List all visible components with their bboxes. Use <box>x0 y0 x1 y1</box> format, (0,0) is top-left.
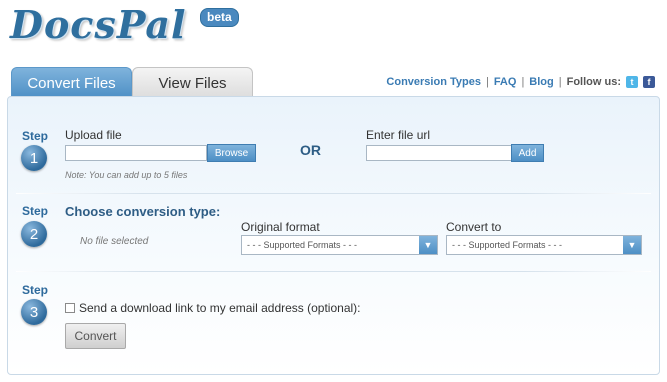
convert-to-select[interactable]: - - - Supported Formats - - - ▼ <box>446 235 642 255</box>
convert-to-value: - - - Supported Formats - - - <box>452 240 563 250</box>
convert-to-label: Convert to <box>446 220 502 234</box>
step-2-number: 2 <box>21 221 47 247</box>
step-1-label: Step <box>22 129 49 143</box>
converter-panel: Step 1 Upload file Browse Note: You can … <box>7 96 660 375</box>
upload-file-input[interactable] <box>65 145 207 161</box>
separator: | <box>485 76 489 88</box>
top-links: Conversion Types | FAQ | Blog | Follow u… <box>386 76 655 88</box>
step-2-label: Step <box>22 204 49 218</box>
chevron-down-icon: ▼ <box>623 236 641 254</box>
twitter-icon[interactable]: t <box>626 76 638 88</box>
facebook-icon[interactable]: f <box>643 76 655 88</box>
convert-button[interactable]: Convert <box>65 323 126 349</box>
separator: | <box>521 76 525 88</box>
browse-button[interactable]: Browse <box>207 144 256 162</box>
original-format-label: Original format <box>241 220 320 234</box>
step-3-number: 3 <box>21 299 47 325</box>
original-format-value: - - - Supported Formats - - - <box>247 240 358 250</box>
logo-text: DocsPal <box>10 2 187 47</box>
tab-convert-files[interactable]: Convert Files <box>11 67 132 98</box>
upload-file-label: Upload file <box>65 128 122 142</box>
email-link-checkbox[interactable] <box>65 303 75 313</box>
email-link-label: Send a download link to my email address… <box>79 301 361 315</box>
beta-badge: beta <box>200 8 239 27</box>
docspal-logo[interactable]: DocsPal beta <box>10 2 239 50</box>
blog-link[interactable]: Blog <box>529 76 553 88</box>
separator: | <box>558 76 562 88</box>
divider <box>16 271 651 272</box>
faq-link[interactable]: FAQ <box>494 76 517 88</box>
conversion-type-heading: Choose conversion type: <box>65 204 221 219</box>
tab-view-files[interactable]: View Files <box>132 67 253 98</box>
add-url-button[interactable]: Add <box>511 144 544 162</box>
or-separator: OR <box>300 142 321 158</box>
file-url-input[interactable] <box>366 145 512 161</box>
upload-note: Note: You can add up to 5 files <box>65 170 188 180</box>
step-1-number: 1 <box>21 145 47 171</box>
file-url-label: Enter file url <box>366 128 431 142</box>
follow-us-label: Follow us: <box>566 76 621 88</box>
chevron-down-icon: ▼ <box>419 236 437 254</box>
no-file-selected-text: No file selected <box>80 236 149 247</box>
divider <box>16 193 651 194</box>
step-3-label: Step <box>22 283 49 297</box>
original-format-select[interactable]: - - - Supported Formats - - - ▼ <box>241 235 438 255</box>
conversion-types-link[interactable]: Conversion Types <box>386 76 481 88</box>
